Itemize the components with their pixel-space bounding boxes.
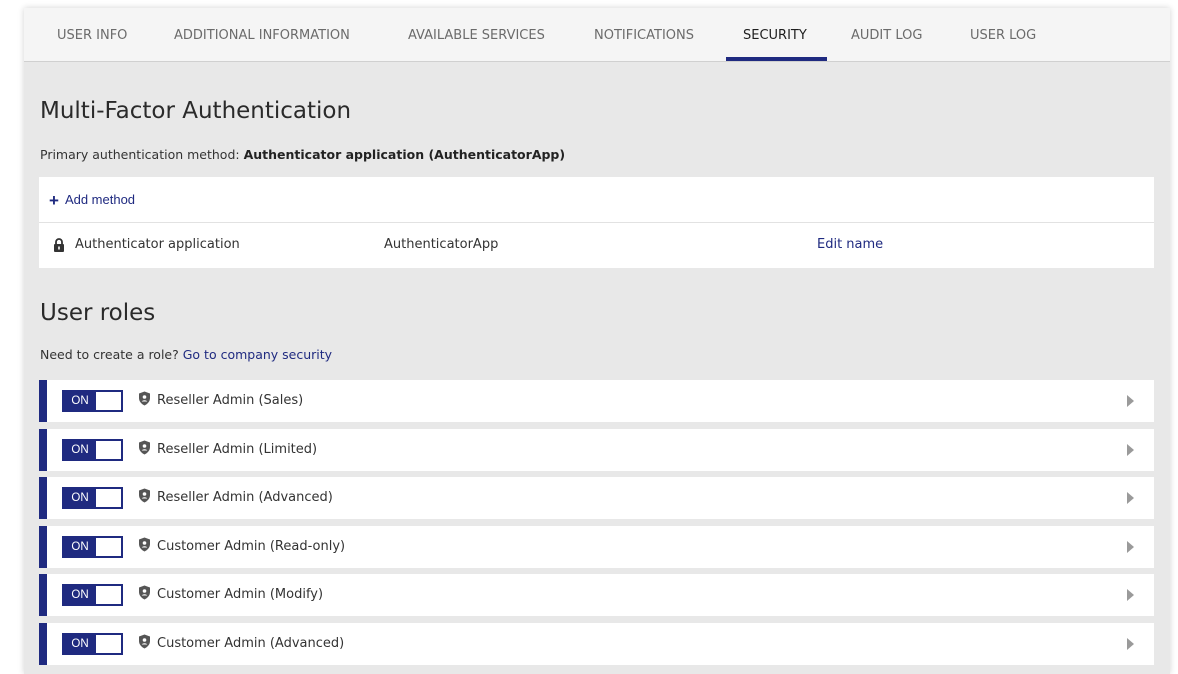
- method-row: Authenticator application AuthenticatorA…: [39, 223, 1154, 268]
- primary-method-line: Primary authentication method: Authentic…: [40, 147, 565, 162]
- role-name: Reseller Admin (Limited): [157, 442, 318, 457]
- role-row[interactable]: ON Reseller Admin (Advanced): [39, 477, 1154, 519]
- tab-bar: USER INFO ADDITIONAL INFORMATION AVAILAB…: [24, 8, 1170, 62]
- role-name: Customer Admin (Read-only): [157, 539, 346, 554]
- expand-chevron-icon[interactable]: [1127, 638, 1134, 650]
- shield-icon: [138, 488, 151, 507]
- role-name: Customer Admin (Advanced): [157, 636, 345, 651]
- tab-notifications[interactable]: NOTIFICATIONS: [594, 28, 694, 43]
- expand-chevron-icon[interactable]: [1127, 492, 1134, 504]
- tab-user-info[interactable]: USER INFO: [57, 28, 127, 43]
- lock-icon: [53, 237, 65, 256]
- tab-available-services[interactable]: AVAILABLE SERVICES: [408, 28, 545, 43]
- tab-user-log[interactable]: USER LOG: [970, 28, 1036, 43]
- role-row[interactable]: ON Customer Admin (Modify): [39, 574, 1154, 616]
- role-toggle[interactable]: ON: [62, 439, 123, 461]
- role-row[interactable]: ON Reseller Admin (Limited): [39, 429, 1154, 471]
- role-name: Reseller Admin (Sales): [157, 393, 304, 408]
- role-toggle[interactable]: ON: [62, 390, 123, 412]
- primary-method-prefix: Primary authentication method:: [40, 147, 240, 162]
- add-method-button[interactable]: + Add method: [49, 191, 135, 211]
- role-name: Reseller Admin (Advanced): [157, 490, 333, 505]
- method-type: AuthenticatorApp: [384, 237, 499, 252]
- toggle-on-label: ON: [64, 538, 96, 556]
- roles-hint-text: Need to create a role?: [40, 347, 179, 362]
- toggle-on-label: ON: [64, 586, 96, 604]
- tab-audit-log[interactable]: AUDIT LOG: [851, 28, 922, 43]
- toggle-on-label: ON: [64, 635, 96, 653]
- expand-chevron-icon[interactable]: [1127, 395, 1134, 407]
- shield-icon: [138, 391, 151, 410]
- user-details-panel: USER INFO ADDITIONAL INFORMATION AVAILAB…: [24, 8, 1170, 674]
- role-row[interactable]: ON Reseller Admin (Sales): [39, 380, 1154, 422]
- shield-icon: [138, 537, 151, 556]
- roles-hint: Need to create a role? Go to company sec…: [40, 347, 332, 362]
- company-security-link[interactable]: Go to company security: [183, 347, 332, 362]
- edit-name-link[interactable]: Edit name: [817, 237, 883, 252]
- user-roles-title: User roles: [40, 300, 156, 326]
- active-tab-indicator: [726, 57, 827, 61]
- tab-security[interactable]: SECURITY: [743, 28, 807, 43]
- primary-method-value: Authenticator application (Authenticator…: [243, 147, 566, 162]
- tab-additional-information[interactable]: ADDITIONAL INFORMATION: [174, 28, 350, 43]
- role-toggle[interactable]: ON: [62, 633, 123, 655]
- expand-chevron-icon[interactable]: [1127, 444, 1134, 456]
- expand-chevron-icon[interactable]: [1127, 589, 1134, 601]
- shield-icon: [138, 634, 151, 653]
- mfa-title: Multi-Factor Authentication: [40, 98, 352, 124]
- role-toggle[interactable]: ON: [62, 487, 123, 509]
- role-row[interactable]: ON Customer Admin (Read-only): [39, 526, 1154, 568]
- role-toggle[interactable]: ON: [62, 536, 123, 558]
- role-row[interactable]: ON Customer Admin (Advanced): [39, 623, 1154, 665]
- mfa-methods-box: + Add method Authenticator application Au…: [39, 177, 1154, 268]
- method-name: Authenticator application: [75, 237, 240, 252]
- expand-chevron-icon[interactable]: [1127, 541, 1134, 553]
- toggle-on-label: ON: [64, 441, 96, 459]
- role-name: Customer Admin (Modify): [157, 587, 324, 602]
- role-toggle[interactable]: ON: [62, 584, 123, 606]
- plus-icon: +: [49, 191, 59, 210]
- toggle-on-label: ON: [64, 392, 96, 410]
- add-method-label: Add method: [64, 192, 136, 207]
- shield-icon: [138, 440, 151, 459]
- toggle-on-label: ON: [64, 489, 96, 507]
- shield-icon: [138, 585, 151, 604]
